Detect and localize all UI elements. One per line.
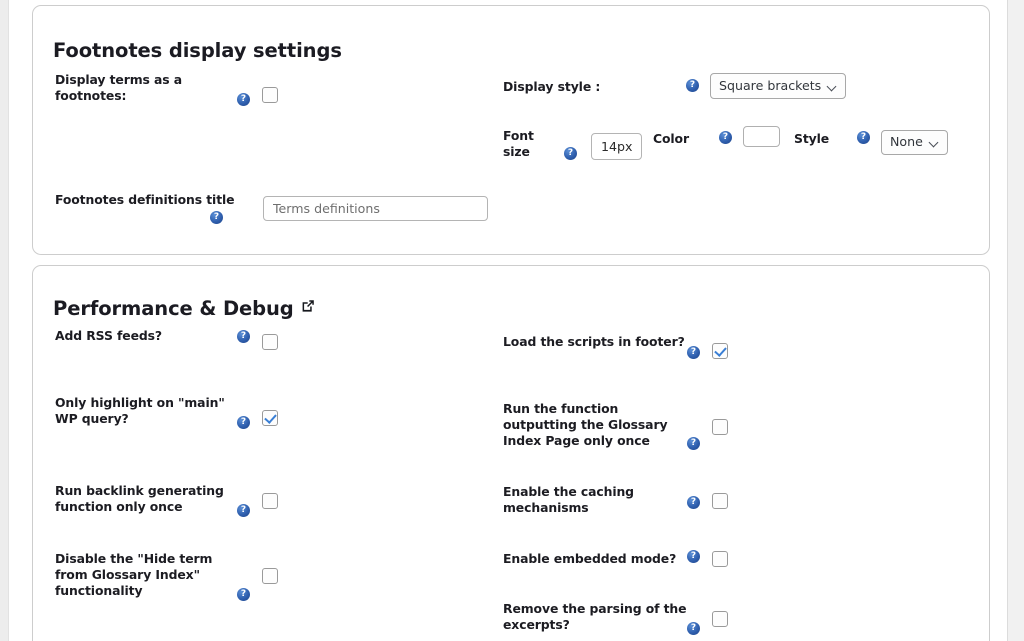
remove-excerpt-parsing-help-icon[interactable]: ? [687,622,700,635]
only-highlight-main-wp-query-help-icon[interactable]: ? [237,416,250,429]
style-help-icon[interactable]: ? [857,131,870,144]
enable-embedded-mode-label: Enable embedded mode? [503,551,677,566]
enable-caching-label: Enable the caching mechanisms [503,484,634,515]
chevron-down-icon [828,82,837,91]
chevron-down-icon [930,138,939,147]
run-backlink-generating-help-icon[interactable]: ? [237,504,250,517]
page-left-gutter [0,0,9,641]
definitions-title-input[interactable] [263,196,488,221]
color-help-icon[interactable]: ? [719,131,732,144]
only-highlight-main-wp-query-checkbox[interactable] [262,410,278,426]
disable-hide-term-checkbox[interactable] [262,568,278,584]
enable-embedded-mode-checkbox[interactable] [712,551,728,567]
browser-viewport: Footnotes display settings Display terms… [0,0,1024,641]
color-swatch-button[interactable] [743,126,780,147]
run-backlink-generating-label: Run backlink generating function only on… [55,483,224,514]
style-label: Style [794,131,830,146]
font-size-help-icon[interactable]: ? [564,147,577,160]
run-glossary-index-once-checkbox[interactable] [712,419,728,435]
add-rss-feeds-label: Add RSS feeds? [55,328,163,343]
definitions-title-help-icon[interactable]: ? [210,211,223,224]
style-select[interactable]: None [881,130,948,155]
performance-debug-card: Performance & Debug Add RSS feeds? ? Onl… [32,265,990,641]
display-style-select[interactable]: Square brackets [710,73,847,99]
vertical-scrollbar[interactable] [1007,0,1024,641]
display-style-label: Display style : [503,79,601,94]
display-terms-label: Display terms as a footnotes: [55,72,183,103]
remove-excerpt-parsing-label: Remove the parsing of the excerpts? [503,601,687,632]
definitions-title-label: Footnotes definitions title [55,192,235,207]
run-glossary-index-once-help-icon[interactable]: ? [687,437,700,450]
display-terms-checkbox[interactable] [262,87,278,103]
footnotes-display-settings-card: Footnotes display settings Display terms… [32,5,990,255]
style-select-value: None [890,134,923,150]
external-link-icon[interactable] [301,295,315,318]
load-scripts-footer-checkbox[interactable] [712,343,728,359]
page-right-gutter [1000,0,1007,641]
display-style-help-icon[interactable]: ? [686,79,699,92]
enable-caching-checkbox[interactable] [712,493,728,509]
performance-card-title: Performance & Debug [53,295,315,320]
settings-page-content: Footnotes display settings Display terms… [10,0,1006,641]
run-glossary-index-once-label: Run the function outputting the Glossary… [503,401,668,448]
load-scripts-footer-help-icon[interactable]: ? [687,346,700,359]
disable-hide-term-label: Disable the "Hide term from Glossary Ind… [55,551,213,598]
load-scripts-footer-label: Load the scripts in footer? [503,334,685,349]
add-rss-feeds-help-icon[interactable]: ? [237,330,250,343]
enable-caching-help-icon[interactable]: ? [687,496,700,509]
font-size-input[interactable] [591,133,642,160]
run-backlink-generating-checkbox[interactable] [262,493,278,509]
display-terms-help-icon[interactable]: ? [237,93,250,106]
display-style-select-value: Square brackets [719,77,822,93]
add-rss-feeds-checkbox[interactable] [262,334,278,350]
disable-hide-term-help-icon[interactable]: ? [237,588,250,601]
remove-excerpt-parsing-checkbox[interactable] [712,611,728,627]
enable-embedded-mode-help-icon[interactable]: ? [687,550,700,563]
font-size-label: Font size [503,128,534,159]
only-highlight-main-wp-query-label: Only highlight on "main" WP query? [55,395,225,426]
performance-card-title-text: Performance & Debug [53,297,294,321]
color-label: Color [653,131,689,146]
footnotes-card-title: Footnotes display settings [53,39,342,63]
